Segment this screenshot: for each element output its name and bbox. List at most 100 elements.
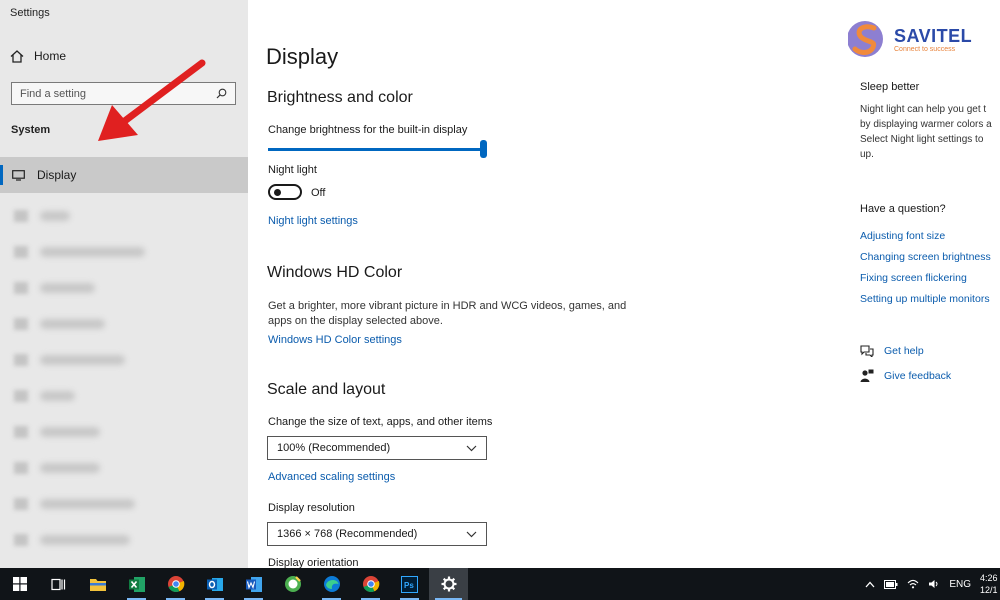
task-view-icon (51, 578, 66, 590)
taskbar-photoshop[interactable]: Ps (390, 568, 429, 600)
night-light-toggle[interactable] (268, 184, 302, 200)
night-light-state: Off (311, 187, 326, 199)
system-tray: ENG 4:26 12/17 (865, 568, 1000, 600)
photoshop-icon: Ps (401, 575, 418, 593)
home-icon (10, 49, 24, 63)
brightness-slider-label: Change brightness for the built-in displ… (268, 124, 468, 136)
sleep-text-line: by displaying warmer colors a (860, 119, 992, 130)
display-settings-page: Display Brightness and color Change brig… (248, 0, 848, 569)
give-feedback-link[interactable]: Give feedback (860, 369, 951, 383)
resolution-dropdown[interactable]: 1366 × 768 (Recommended) (267, 522, 487, 546)
gear-icon (441, 576, 456, 592)
give-feedback-label: Give feedback (884, 370, 952, 382)
clock-date: 12/17 (980, 585, 998, 595)
scale-size-label: Change the size of text, apps, and other… (268, 416, 493, 428)
toggle-knob (274, 189, 281, 196)
red-arrow-annotation (98, 59, 206, 141)
chevron-up-icon[interactable] (865, 581, 875, 588)
blurred-nav-icon (14, 210, 28, 222)
blurred-nav-item (40, 499, 135, 509)
network-icon[interactable] (907, 579, 919, 589)
savitel-logo: SAVITEL Connect to success (848, 18, 972, 60)
sidebar-item-label: Display (37, 168, 77, 182)
feedback-person-icon (860, 369, 874, 382)
svg-text:Ps: Ps (404, 581, 414, 590)
clock[interactable]: 4:26 12/17 (980, 572, 998, 596)
chevron-down-icon (466, 531, 477, 537)
blurred-nav-icon (14, 318, 28, 330)
blurred-nav-item (40, 355, 125, 365)
help-link[interactable]: Fixing screen flickering (860, 272, 967, 284)
hdr-heading: Windows HD Color (267, 264, 403, 281)
blurred-nav-item (40, 391, 75, 401)
blurred-nav-icon (14, 282, 28, 294)
brightness-slider-track[interactable] (268, 148, 486, 151)
brightness-slider-thumb[interactable] (480, 140, 487, 158)
hdr-description: Get a brighter, more vibrant picture in … (268, 300, 627, 327)
question-heading: Have a question? (860, 203, 946, 215)
sidebar-home-label: Home (34, 49, 67, 63)
taskbar-word[interactable] (234, 568, 273, 600)
night-light-settings-link[interactable]: Night light settings (268, 215, 358, 227)
sleep-better-heading: Sleep better (860, 81, 920, 93)
sleep-text-line: Select Night light settings to (860, 134, 984, 145)
app-leaf-icon (284, 576, 301, 592)
hdr-settings-link[interactable]: Windows HD Color settings (268, 334, 402, 346)
blurred-nav-item (40, 535, 130, 545)
outlook-icon (206, 577, 223, 591)
logo-name: SAVITEL (894, 25, 973, 46)
help-link[interactable]: Adjusting font size (860, 230, 945, 242)
task-view-button[interactable] (39, 568, 78, 600)
blurred-nav-icon (14, 498, 28, 510)
get-help-label: Get help (884, 345, 924, 357)
advanced-scaling-link[interactable]: Advanced scaling settings (268, 471, 395, 483)
blurred-nav-icon (14, 390, 28, 402)
sleep-text-line: Night light can help you get t (860, 104, 987, 115)
taskbar-app-green[interactable] (273, 568, 312, 600)
language-indicator[interactable]: ENG (949, 579, 971, 590)
volume-icon[interactable] (928, 579, 940, 589)
blurred-nav-icon (14, 462, 28, 474)
help-link[interactable]: Changing screen brightness (860, 251, 991, 263)
scale-dropdown-value: 100% (Recommended) (277, 442, 391, 454)
taskbar-excel[interactable] (117, 568, 156, 600)
excel-icon (128, 576, 145, 592)
blurred-nav-item (40, 427, 100, 437)
chrome-icon (167, 576, 184, 592)
help-link[interactable]: Setting up multiple monitors (860, 293, 990, 305)
blurred-nav-item (40, 319, 105, 329)
monitor-icon (12, 169, 25, 181)
blurred-nav-item (40, 463, 100, 473)
taskbar-file-explorer[interactable] (78, 568, 117, 600)
page-title: Display (266, 44, 339, 69)
scale-dropdown[interactable]: 100% (Recommended) (267, 436, 487, 460)
blurred-nav-icon (14, 426, 28, 438)
blurred-nav-item (40, 247, 145, 257)
blurred-nav-icon (14, 354, 28, 366)
resolution-label: Display resolution (268, 502, 355, 514)
taskbar-edge[interactable] (312, 568, 351, 600)
battery-icon[interactable] (884, 579, 898, 589)
night-light-label: Night light (268, 164, 317, 176)
blurred-nav-icon (14, 246, 28, 258)
scale-heading: Scale and layout (267, 381, 386, 398)
sidebar-item-display[interactable]: Display (0, 157, 248, 193)
chrome-icon (362, 576, 379, 592)
start-button[interactable] (0, 568, 39, 600)
taskbar: Ps ENG 4:26 12/1 (0, 568, 1000, 600)
taskbar-outlook[interactable] (195, 568, 234, 600)
chat-bubble-icon (860, 345, 874, 357)
logo-tagline: Connect to success (894, 45, 956, 53)
clock-time: 4:26 (980, 573, 998, 583)
get-help-link[interactable]: Get help (860, 345, 924, 357)
related-help-panel: SAVITEL Connect to success Sleep better … (848, 0, 1000, 568)
savitel-logo-mark (848, 21, 883, 57)
word-icon (245, 576, 262, 592)
blurred-nav-icon (14, 534, 28, 546)
folder-icon (89, 578, 106, 591)
taskbar-chrome[interactable] (156, 568, 195, 600)
sidebar-home[interactable]: Home (10, 49, 66, 63)
windows-logo-icon (12, 577, 27, 591)
taskbar-settings[interactable] (429, 568, 468, 600)
taskbar-chrome-2[interactable] (351, 568, 390, 600)
